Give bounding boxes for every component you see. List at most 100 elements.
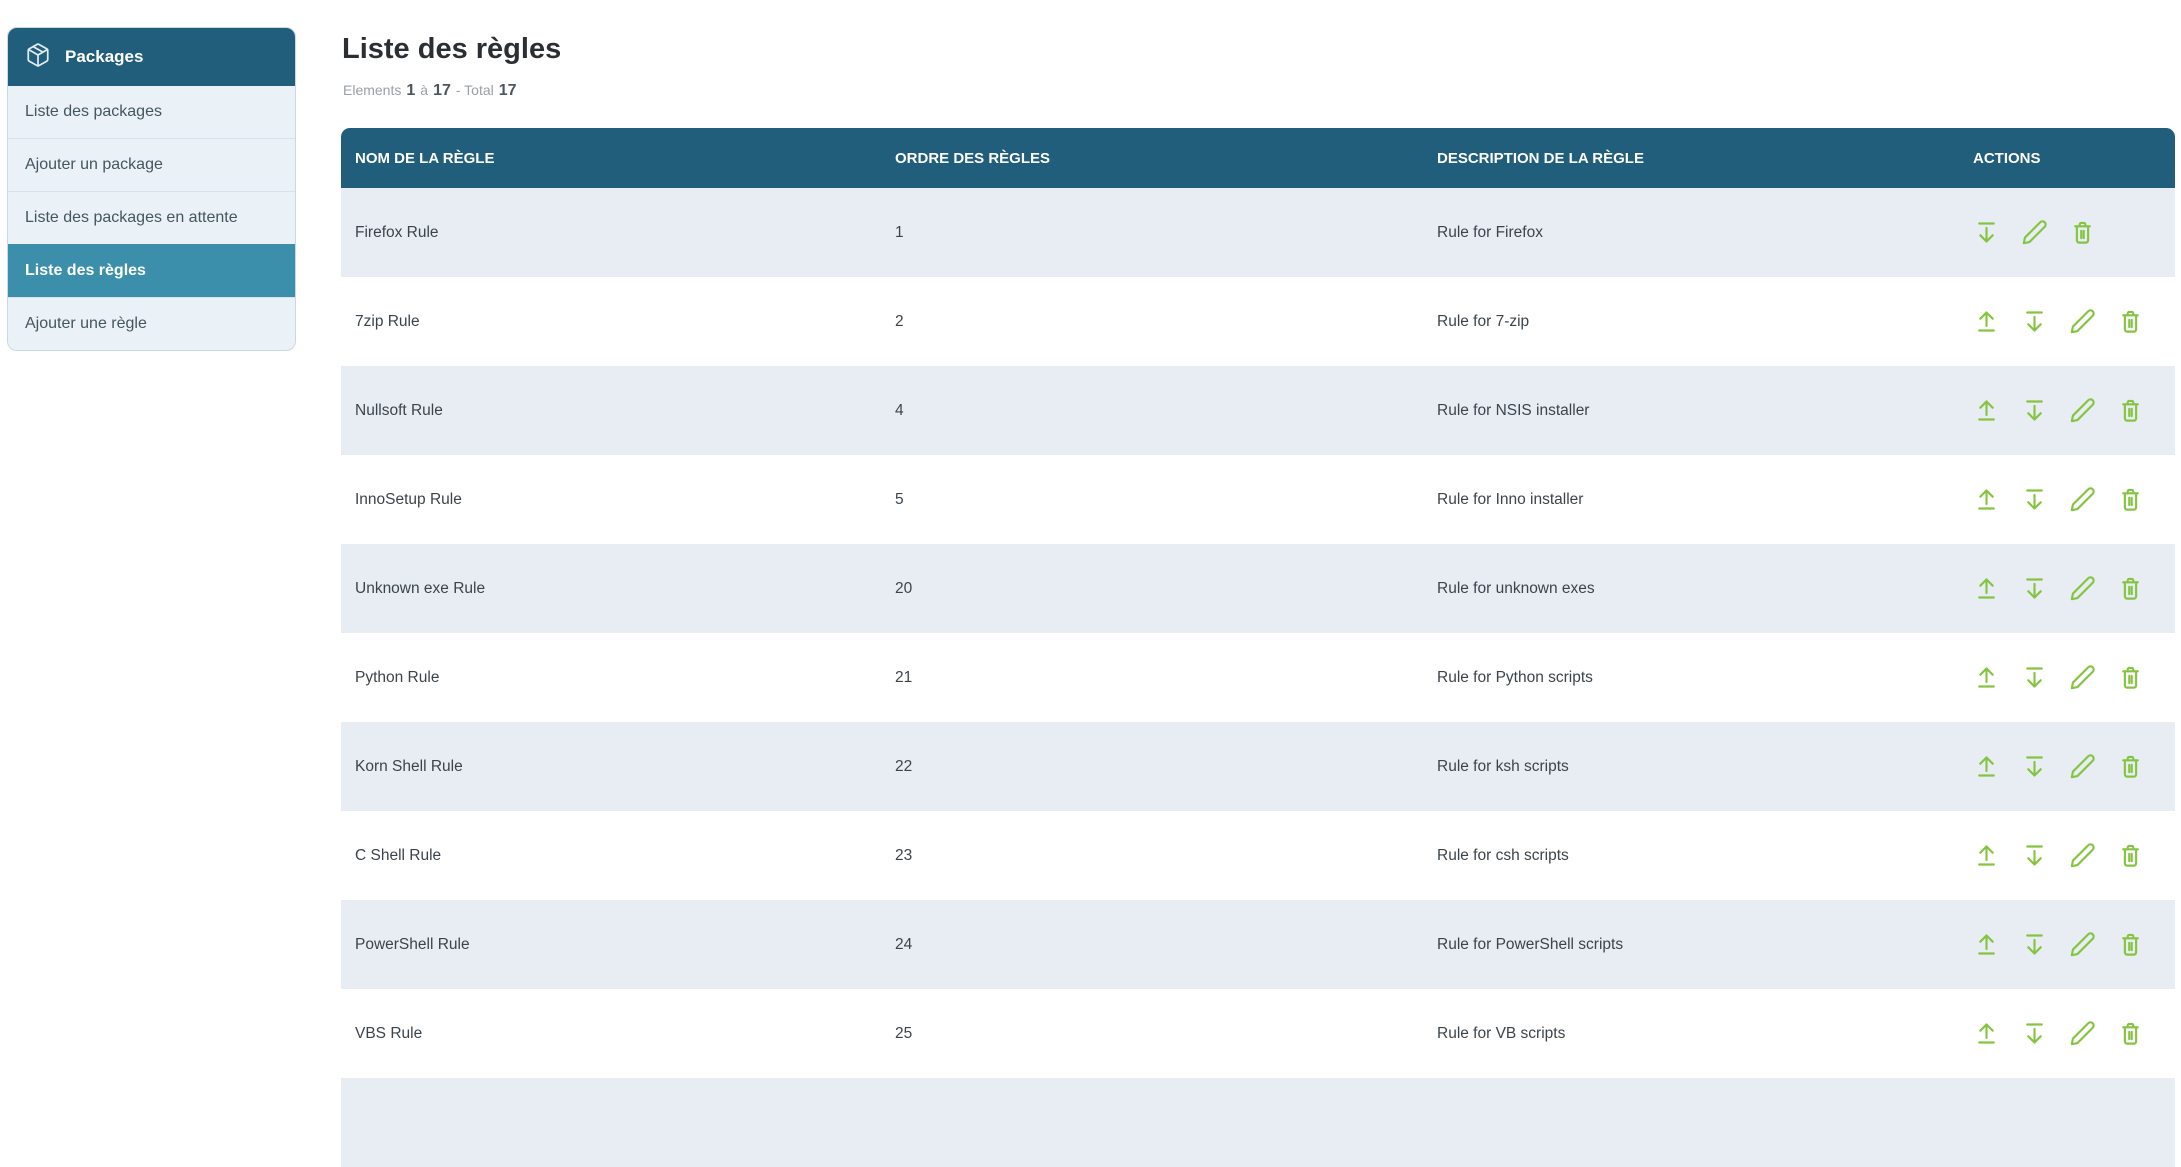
move-down-icon[interactable] [2021, 842, 2048, 869]
rule-description-cell: Rule for csh scripts [1423, 811, 1959, 900]
sidebar-item-label: Liste des règles [25, 262, 146, 280]
table-row-partial [341, 1078, 2175, 1167]
rule-name-cell: Korn Shell Rule [341, 722, 881, 811]
move-down-icon[interactable] [2021, 486, 2048, 513]
rule-actions-cell [1959, 277, 2175, 366]
rule-description-cell: Rule for unknown exes [1423, 544, 1959, 633]
sidebar-item-liste-des-packages-en-attente[interactable]: Liste des packages en attente [8, 191, 295, 244]
rule-actions-cell [1959, 188, 2175, 277]
range-to: 17 [433, 82, 451, 100]
rule-order-cell: 23 [881, 811, 1423, 900]
move-up-icon[interactable] [1973, 753, 2000, 780]
rule-name-cell: Nullsoft Rule [341, 366, 881, 455]
sidebar-item-label: Ajouter une règle [25, 315, 147, 333]
rule-order-cell: 22 [881, 722, 1423, 811]
rule-actions-cell [1959, 722, 2175, 811]
range-separator: à [420, 82, 428, 98]
range-from: 1 [406, 82, 415, 100]
move-down-icon[interactable] [2021, 575, 2048, 602]
delete-icon[interactable] [2117, 753, 2144, 780]
actions-group [1973, 931, 2175, 958]
delete-icon[interactable] [2117, 486, 2144, 513]
rule-description-cell: Rule for VB scripts [1423, 989, 1959, 1078]
move-down-icon[interactable] [2021, 1020, 2048, 1047]
rule-description-cell: Rule for ksh scripts [1423, 722, 1959, 811]
rule-actions-cell [1959, 811, 2175, 900]
move-down-icon[interactable] [1973, 219, 2000, 246]
move-down-icon[interactable] [2021, 931, 2048, 958]
edit-icon[interactable] [2069, 664, 2096, 691]
delete-icon[interactable] [2117, 308, 2144, 335]
actions-group [1973, 753, 2175, 780]
rule-description-cell: Rule for 7-zip [1423, 277, 1959, 366]
move-down-icon[interactable] [2021, 308, 2048, 335]
sidebar-item-liste-des-regles[interactable]: Liste des règles [8, 244, 295, 297]
edit-icon[interactable] [2069, 753, 2096, 780]
rule-name-cell: C Shell Rule [341, 811, 881, 900]
sidebar-item-ajouter-une-regle[interactable]: Ajouter une règle [8, 297, 295, 350]
sidebar-item-label: Liste des packages en attente [25, 209, 238, 227]
rule-name-cell: PowerShell Rule [341, 900, 881, 989]
rule-description-cell: Rule for Inno installer [1423, 455, 1959, 544]
delete-icon[interactable] [2117, 842, 2144, 869]
edit-icon[interactable] [2069, 1020, 2096, 1047]
table-row: 7zip Rule 2 Rule for 7-zip [341, 277, 2175, 366]
sidebar-item-liste-des-packages[interactable]: Liste des packages [8, 86, 295, 138]
total-label: - Total [456, 82, 494, 98]
rule-order-cell: 25 [881, 989, 1423, 1078]
edit-icon[interactable] [2069, 575, 2096, 602]
move-up-icon[interactable] [1973, 931, 2000, 958]
edit-icon[interactable] [2069, 308, 2096, 335]
rule-order-cell: 5 [881, 455, 1423, 544]
edit-icon[interactable] [2069, 842, 2096, 869]
move-up-icon[interactable] [1973, 397, 2000, 424]
move-up-icon[interactable] [1973, 842, 2000, 869]
table-row: Firefox Rule 1 Rule for Firefox [341, 188, 2175, 277]
table-row: Nullsoft Rule 4 Rule for NSIS installer [341, 366, 2175, 455]
rule-order-cell: 21 [881, 633, 1423, 722]
table-row: C Shell Rule 23 Rule for csh scripts [341, 811, 2175, 900]
rules-table: NOM DE LA RÈGLE ORDRE DES RÈGLES DESCRIP… [341, 128, 2175, 1078]
delete-icon[interactable] [2117, 1020, 2144, 1047]
rule-description-cell: Rule for Firefox [1423, 188, 1959, 277]
delete-icon[interactable] [2117, 931, 2144, 958]
table-row: VBS Rule 25 Rule for VB scripts [341, 989, 2175, 1078]
move-up-icon[interactable] [1973, 308, 2000, 335]
actions-group [1973, 664, 2175, 691]
delete-icon[interactable] [2069, 219, 2096, 246]
table-row: Korn Shell Rule 22 Rule for ksh scripts [341, 722, 2175, 811]
move-up-icon[interactable] [1973, 1020, 2000, 1047]
move-down-icon[interactable] [2021, 753, 2048, 780]
actions-group [1973, 219, 2175, 246]
delete-icon[interactable] [2117, 397, 2144, 424]
move-up-icon[interactable] [1973, 486, 2000, 513]
sidebar-item-ajouter-un-package[interactable]: Ajouter un package [8, 138, 295, 191]
table-row: PowerShell Rule 24 Rule for PowerShell s… [341, 900, 2175, 989]
actions-group [1973, 575, 2175, 602]
rule-name-cell: Python Rule [341, 633, 881, 722]
rule-name-cell: InnoSetup Rule [341, 455, 881, 544]
rule-actions-cell [1959, 455, 2175, 544]
move-down-icon[interactable] [2021, 397, 2048, 424]
edit-icon[interactable] [2069, 931, 2096, 958]
move-up-icon[interactable] [1973, 575, 2000, 602]
rule-name-cell: VBS Rule [341, 989, 881, 1078]
edit-icon[interactable] [2069, 397, 2096, 424]
table-row: Python Rule 21 Rule for Python scripts [341, 633, 2175, 722]
rule-actions-cell [1959, 633, 2175, 722]
table-header: NOM DE LA RÈGLE ORDRE DES RÈGLES DESCRIP… [341, 128, 2175, 188]
edit-icon[interactable] [2021, 219, 2048, 246]
table-row: InnoSetup Rule 5 Rule for Inno installer [341, 455, 2175, 544]
edit-icon[interactable] [2069, 486, 2096, 513]
move-up-icon[interactable] [1973, 664, 2000, 691]
rule-name-cell: 7zip Rule [341, 277, 881, 366]
delete-icon[interactable] [2117, 575, 2144, 602]
move-down-icon[interactable] [2021, 664, 2048, 691]
rule-order-cell: 4 [881, 366, 1423, 455]
delete-icon[interactable] [2117, 664, 2144, 691]
page-title: Liste des règles [342, 33, 561, 66]
elements-label: Elements [343, 82, 401, 98]
column-header-actions: ACTIONS [1959, 128, 2175, 188]
rule-order-cell: 2 [881, 277, 1423, 366]
actions-group [1973, 308, 2175, 335]
